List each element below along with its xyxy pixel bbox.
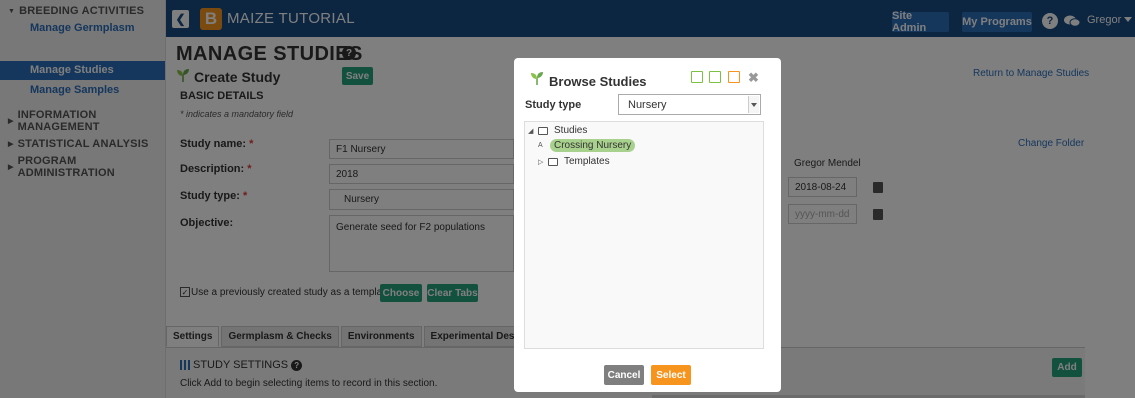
study-tree: ◢ Studies A Crossing Nursery ▷ Templates (524, 121, 764, 349)
collapsed-triangle-icon: ▷ (538, 158, 544, 166)
cancel-button[interactable]: Cancel (604, 365, 644, 385)
folder-icon (548, 157, 558, 166)
study-type-label: Study type (525, 99, 582, 111)
select-button[interactable]: Select (651, 365, 691, 385)
add-folder-icon[interactable] (691, 71, 703, 83)
study-type-select[interactable]: Nursery (618, 94, 761, 115)
select-value: Nursery (628, 98, 667, 111)
expanded-triangle-icon: ◢ (528, 127, 534, 135)
rename-folder-icon[interactable] (709, 71, 721, 83)
close-icon[interactable]: ✖ (748, 70, 759, 86)
chevron-down-icon (748, 96, 759, 113)
browse-studies-modal: Browse Studies ✖ Study type Nursery ◢ St… (514, 58, 781, 392)
tree-node-label: Studies (554, 125, 588, 136)
tree-node-label: Templates (564, 156, 610, 167)
delete-folder-icon[interactable] (728, 71, 740, 83)
tree-node-label: Crossing Nursery (550, 139, 636, 152)
tree-node-crossing-nursery[interactable]: A Crossing Nursery (538, 139, 636, 152)
folder-icon (538, 126, 548, 135)
study-leaf-icon: A (538, 142, 543, 149)
sprout-icon (531, 72, 543, 85)
tree-node-studies[interactable]: ◢ Studies (528, 125, 587, 136)
tree-node-templates[interactable]: ▷ Templates (538, 156, 610, 167)
modal-title: Browse Studies (549, 74, 647, 89)
